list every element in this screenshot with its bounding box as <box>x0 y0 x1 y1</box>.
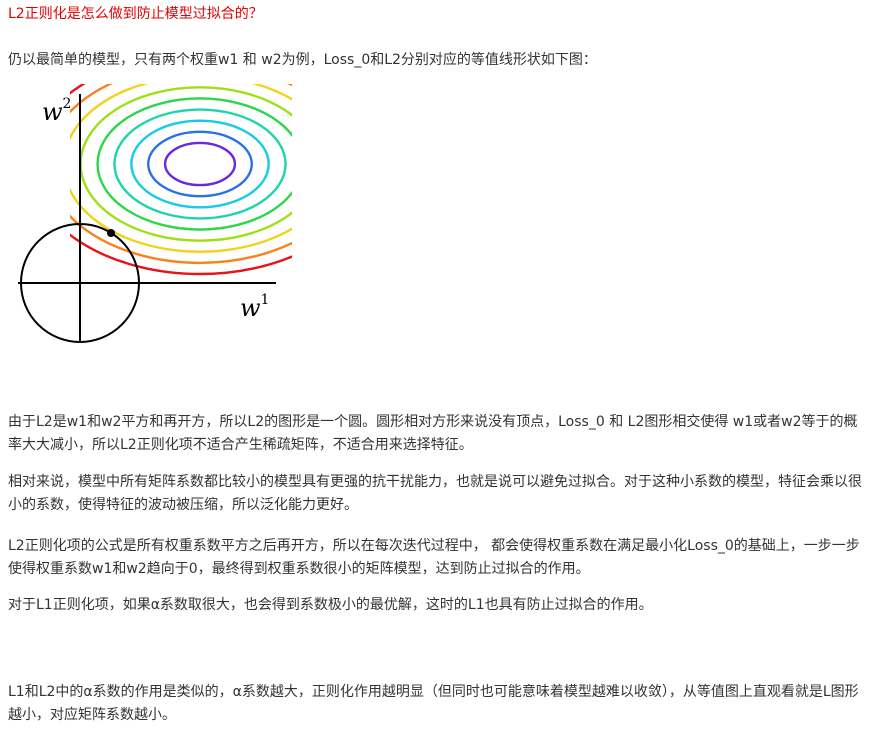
loss-contours <box>70 84 292 276</box>
paragraph-2: 相对来说，模型中所有矩阵系数都比较小的模型具有更强的抗干扰能力，也就是说可以避免… <box>8 474 862 513</box>
paragraph-1: 由于L2是w1和w2平方和再开方，所以L2的图形是一个圆。圆形相对方形来说没有顶… <box>8 414 858 453</box>
contour-line <box>113 108 287 220</box>
paragraph-5: L1和L2中的α系数的作用是类似的，α系数越大，正则化作用越明显（但同时也可能意… <box>8 684 859 723</box>
l2-contour-figure: w2 w1 <box>18 84 292 343</box>
contour-line <box>163 141 237 187</box>
w1-axis-label: w1 <box>240 292 269 322</box>
contour-line <box>130 119 270 209</box>
contour-line <box>96 97 292 231</box>
contour-line <box>147 130 253 198</box>
w2-axis-label: w2 <box>42 96 71 126</box>
paragraph-3: L2正则化项的公式是所有权重系数平方之后再开方，所以在每次迭代过程中， 都会使得… <box>8 538 860 577</box>
intro-paragraph: 仍以最简单的模型，只有两个权重w1 和 w2为例，Loss_0和L2分别对应的等… <box>8 52 597 68</box>
paragraph-4: 对于L1正则化项，如果α系数取很大，也会得到系数极小的最优解，这时的L1也具有防… <box>8 597 653 613</box>
article-title: L2正则化是怎么做到防止模型过拟合的？ <box>8 6 263 22</box>
tangent-point <box>107 229 115 237</box>
